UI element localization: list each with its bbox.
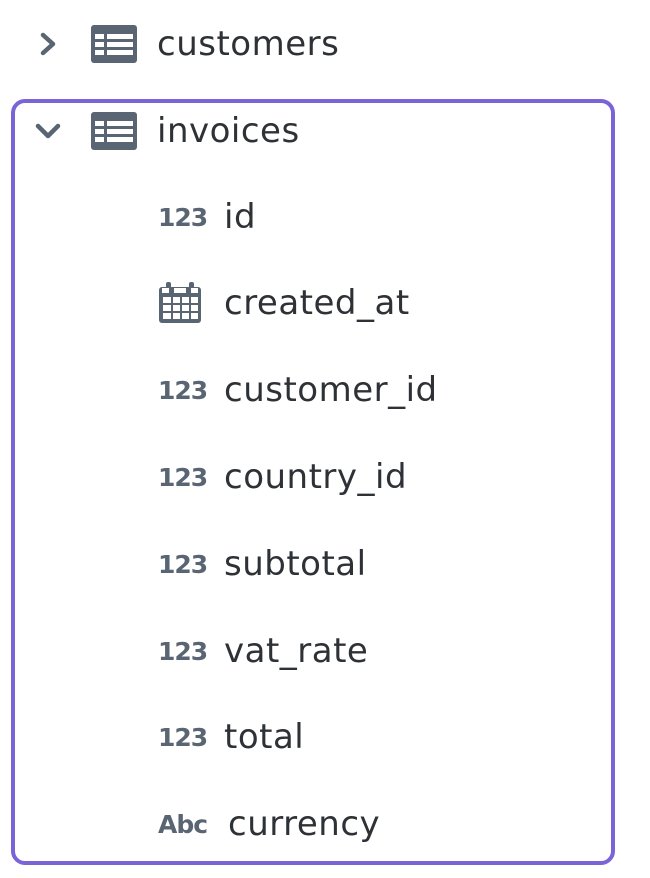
calendar-icon	[158, 282, 224, 324]
table-name: customers	[157, 24, 340, 64]
column-name: subtotal	[224, 544, 367, 584]
column-item-country-id[interactable]: 123 country_id	[158, 447, 407, 507]
column-name: customer_id	[224, 370, 438, 410]
column-name: vat_rate	[224, 631, 369, 671]
column-item-total[interactable]: 123 total	[158, 707, 304, 767]
column-item-vat-rate[interactable]: 123 vat_rate	[158, 621, 368, 681]
tree-item-customers[interactable]: customers	[33, 24, 339, 64]
column-item-created-at[interactable]: created_at	[158, 273, 410, 333]
number-type-icon: 123	[158, 375, 208, 405]
text-type-icon: Abc	[158, 809, 208, 839]
chevron-down-icon[interactable]	[33, 116, 63, 146]
number-type-icon: 123	[158, 722, 208, 752]
column-name: id	[224, 197, 257, 237]
column-item-id[interactable]: 123 id	[158, 187, 256, 247]
column-name: total	[224, 717, 305, 757]
column-item-subtotal[interactable]: 123 subtotal	[158, 534, 367, 594]
column-name: created_at	[224, 283, 410, 323]
tree-item-invoices[interactable]: invoices	[33, 111, 300, 151]
number-type-icon: 123	[158, 636, 208, 666]
column-name: country_id	[224, 457, 408, 497]
column-item-customer-id[interactable]: 123 customer_id	[158, 360, 438, 420]
table-name: invoices	[157, 111, 300, 151]
column-name: currency	[228, 804, 381, 844]
column-item-currency[interactable]: Abc currency	[158, 794, 380, 854]
number-type-icon: 123	[158, 549, 208, 579]
number-type-icon: 123	[158, 202, 208, 232]
table-icon	[91, 112, 137, 150]
number-type-icon: 123	[158, 462, 208, 492]
chevron-right-icon[interactable]	[33, 29, 63, 59]
table-icon	[91, 25, 137, 63]
